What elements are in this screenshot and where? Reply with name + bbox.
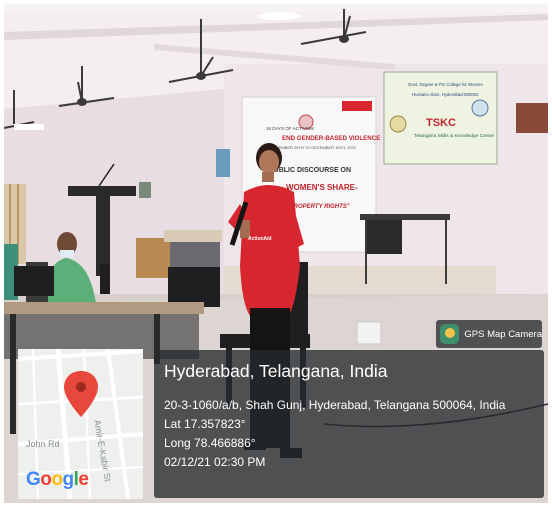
gps-app-name: GPS Map Camera: [464, 328, 542, 340]
college-line-3: Telangana Skills & Knowledge Centre: [414, 133, 494, 139]
location-address: 20-3-1060/a/b, Shah Gunj, Hyderabad, Tel…: [164, 398, 506, 412]
podium: [68, 186, 136, 196]
banner-header: 16 DAYS OF ACTIVISM: [266, 126, 314, 131]
college-line-1: Govt. Degree & PG College for Women: [408, 82, 484, 87]
map-thumbnail[interactable]: John Rd Amir-E-Kabir St Google: [18, 349, 143, 499]
location-longitude: Long 78.466886°: [164, 436, 256, 450]
banner-line-1: END GENDER-BASED VIOLENCE: [282, 135, 380, 142]
google-logo: Google: [26, 469, 89, 490]
photo-frame: 16 DAYS OF ACTIVISM END GENDER-BASED VIO…: [4, 4, 548, 503]
banner-line-3: PUBLIC DISCOURSE ON: [269, 167, 351, 174]
banner-line-2: NOVEMBER 25TH TO DECEMBER 10TH, 2021: [270, 145, 357, 150]
location-card: Hyderabad, Telangana, India 20-3-1060/a/…: [154, 350, 544, 498]
location-title: Hyderabad, Telangana, India: [164, 361, 388, 381]
tskc-logo-text: TSKC: [426, 117, 456, 129]
gps-app-tag: GPS Map Camera: [436, 320, 542, 348]
shirt-text: ActionAid: [248, 236, 272, 242]
map-street-label: John Rd: [26, 439, 60, 449]
banner-line-4: WOMEN'S SHARE-: [286, 183, 358, 192]
location-latitude: Lat 17.357823°: [164, 417, 246, 431]
college-line-2: Hussaini Alam, Hyderabad-500002: [412, 92, 479, 97]
location-datetime: 02/12/21 02:30 PM: [164, 455, 266, 469]
gps-map-camera-icon: [440, 324, 460, 344]
